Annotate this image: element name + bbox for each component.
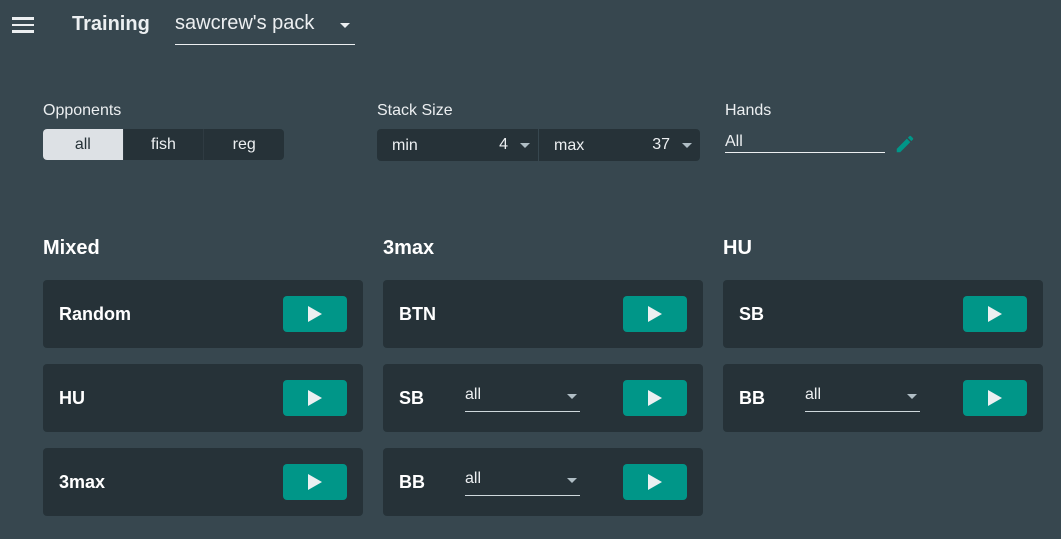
chevron-down-icon <box>567 394 577 399</box>
card-3max-btn: BTN <box>383 280 703 348</box>
pack-select[interactable]: sawcrew's pack <box>175 12 355 45</box>
play-icon <box>988 390 1002 406</box>
play-icon <box>308 306 322 322</box>
chevron-down-icon <box>340 23 350 28</box>
play-icon <box>988 306 1002 322</box>
chevron-down-icon <box>520 143 530 148</box>
play-icon <box>648 306 662 322</box>
card-mixed-hu: HU <box>43 364 363 432</box>
menu-icon[interactable] <box>12 17 34 33</box>
opponents-option-reg[interactable]: reg <box>204 129 284 160</box>
card-name: Random <box>59 304 131 324</box>
card-hu-bb: BB all <box>723 364 1043 432</box>
chevron-down-icon <box>907 394 917 399</box>
stack-max-value: 37 <box>652 136 670 153</box>
page-title: Training <box>72 13 150 35</box>
stack-size-control: min 4 max 37 <box>377 129 700 161</box>
select-value: all <box>465 386 482 403</box>
play-icon <box>648 474 662 490</box>
pack-select-value: sawcrew's pack <box>175 12 315 34</box>
stack-min-label: min <box>392 137 418 154</box>
card-mixed-3max: 3max <box>43 448 363 516</box>
play-button[interactable] <box>623 380 687 416</box>
select-value: all <box>805 386 822 403</box>
opponent-select[interactable]: all <box>465 386 580 412</box>
play-button[interactable] <box>283 464 347 500</box>
card-name: BTN <box>399 304 436 324</box>
play-button[interactable] <box>283 380 347 416</box>
hands-label: Hands <box>725 102 772 119</box>
card-hu-sb: SB <box>723 280 1043 348</box>
card-name: 3max <box>59 472 106 492</box>
card-name: SB <box>399 388 425 408</box>
stack-min-value: 4 <box>499 136 508 153</box>
stack-max-label: max <box>554 137 585 154</box>
edit-pencil-icon[interactable] <box>894 133 916 155</box>
opponents-label: Opponents <box>43 102 122 119</box>
section-title-mixed: Mixed <box>43 237 100 259</box>
hands-input[interactable]: All <box>725 133 885 153</box>
play-button[interactable] <box>963 296 1027 332</box>
play-button[interactable] <box>963 380 1027 416</box>
stack-size-label: Stack Size <box>377 102 453 119</box>
play-button[interactable] <box>623 464 687 500</box>
card-3max-bb: BB all <box>383 448 703 516</box>
section-title-hu: HU <box>723 237 752 259</box>
top-bar: Training sawcrew's pack <box>0 0 1061 52</box>
stack-min-select[interactable]: min 4 <box>377 129 539 161</box>
opponent-select[interactable]: all <box>805 386 920 412</box>
select-value: all <box>465 470 482 487</box>
card-name: SB <box>739 304 765 324</box>
hands-value: All <box>725 133 743 150</box>
section-title-3max: 3max <box>383 237 435 259</box>
card-3max-sb: SB all <box>383 364 703 432</box>
opponents-option-all[interactable]: all <box>43 129 124 160</box>
card-mixed-random: Random <box>43 280 363 348</box>
play-button[interactable] <box>283 296 347 332</box>
play-icon <box>648 390 662 406</box>
chevron-down-icon <box>567 478 577 483</box>
play-icon <box>308 390 322 406</box>
play-button[interactable] <box>623 296 687 332</box>
chevron-down-icon <box>682 143 692 148</box>
opponents-toggle: all fish reg <box>43 129 284 160</box>
play-icon <box>308 474 322 490</box>
opponent-select[interactable]: all <box>465 470 580 496</box>
card-name: BB <box>399 472 425 492</box>
opponents-option-fish[interactable]: fish <box>124 129 205 160</box>
card-name: HU <box>59 388 85 408</box>
stack-max-select[interactable]: max 37 <box>539 129 700 161</box>
card-name: BB <box>739 388 765 408</box>
